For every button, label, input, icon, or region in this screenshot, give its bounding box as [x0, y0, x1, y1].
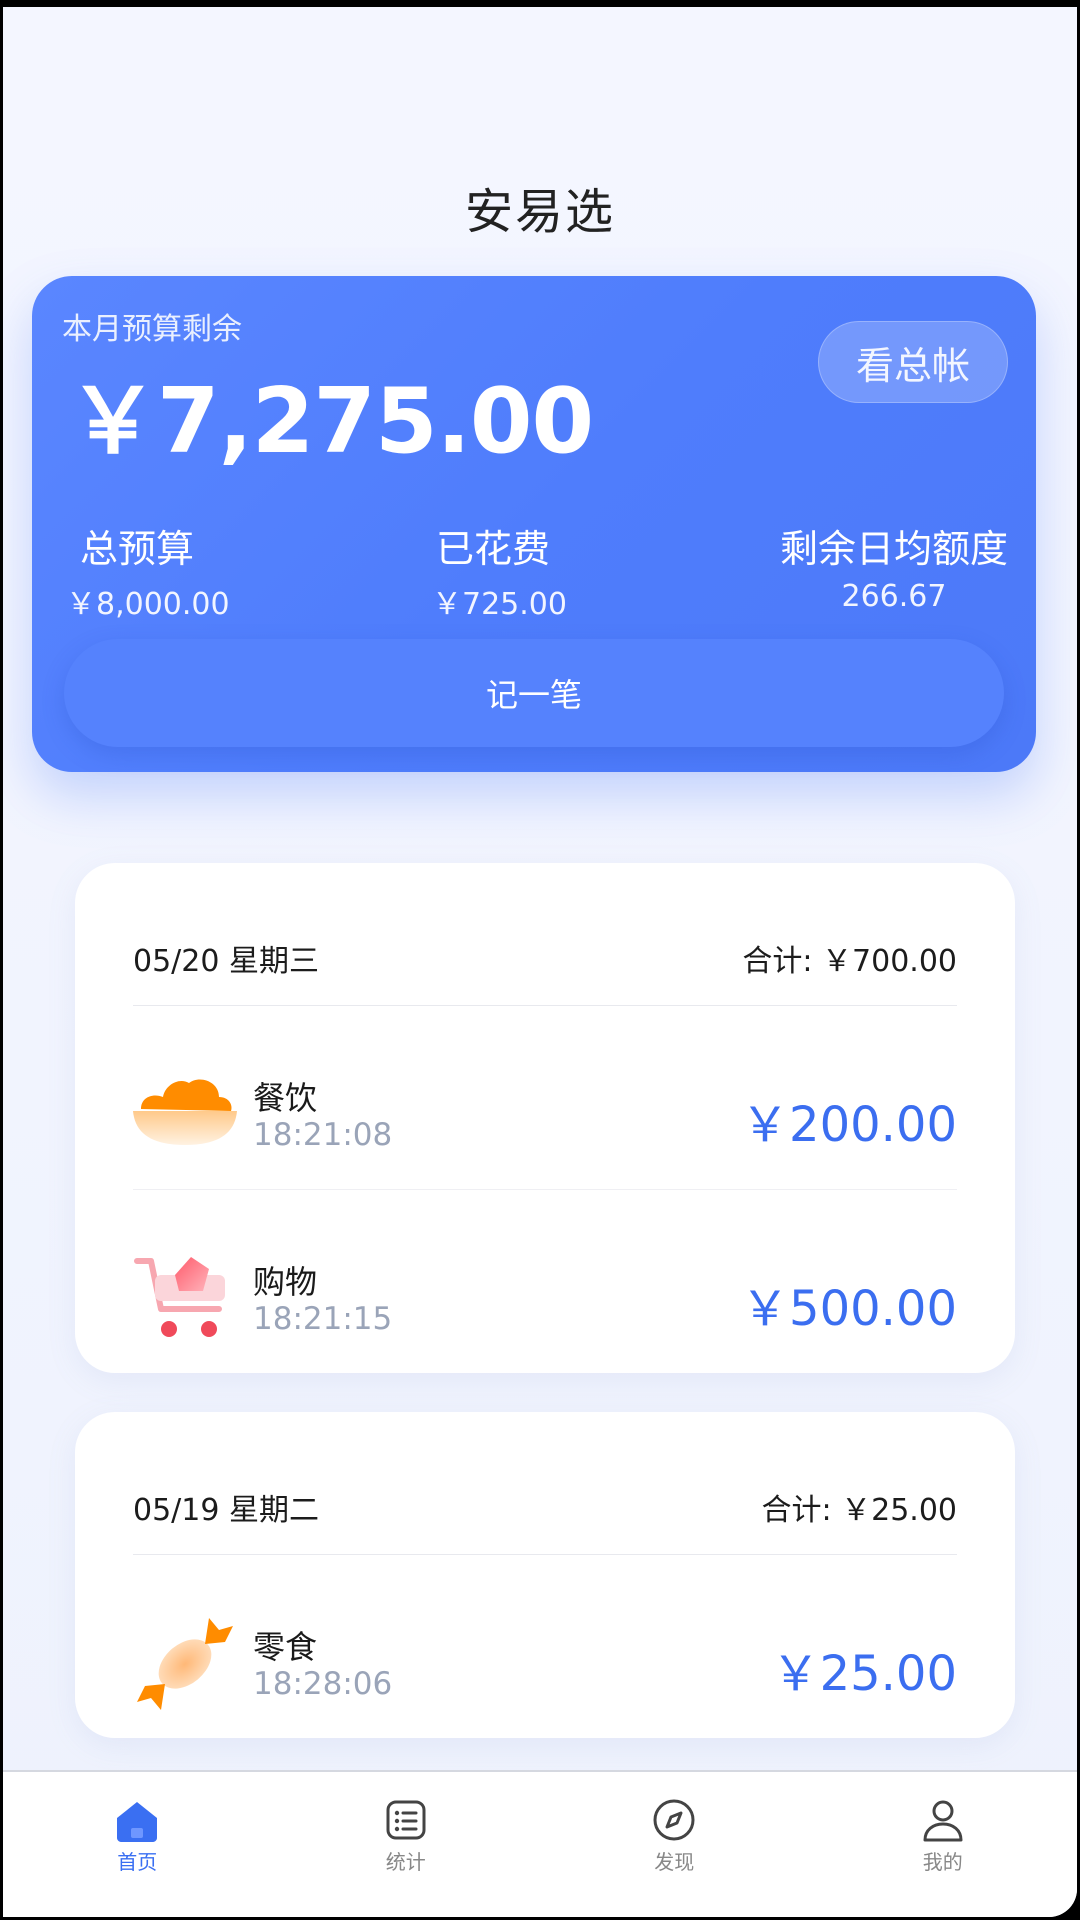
nav-item-profile[interactable]: 我的 — [809, 1772, 1078, 1917]
nav-item-discover[interactable]: 发现 — [540, 1772, 809, 1917]
candy-icon — [133, 1612, 237, 1716]
entry-amount: ￥500.00 — [741, 1281, 957, 1337]
compass-icon — [653, 1799, 695, 1841]
day-card: 05/19 星期二 合计: ￥25.00 零食 18:28:06 ￥25.00 — [75, 1412, 1015, 1738]
nav-label: 发现 — [654, 1850, 695, 1874]
device-frame: 安易选 本月预算剩余 ￥7,275.00 看总帐 总预算 ￥8,000.00 已… — [0, 0, 1080, 1920]
day-total: 合计: ￥700.00 — [742, 944, 957, 979]
app-screen: 安易选 本月预算剩余 ￥7,275.00 看总帐 总预算 ￥8,000.00 已… — [3, 7, 1077, 1917]
entry-category: 餐饮 — [253, 1079, 318, 1117]
food-bowl-icon — [133, 1063, 237, 1167]
bottom-nav: 首页 统计 发现 我的 — [3, 1770, 1077, 1917]
stat-value: ￥725.00 — [432, 587, 567, 622]
entry-time: 18:28:06 — [253, 1666, 393, 1702]
divider — [133, 1189, 957, 1190]
entry-time: 18:21:15 — [253, 1301, 393, 1337]
budget-remaining-label: 本月预算剩余 — [62, 312, 242, 347]
day-date: 05/20 星期三 — [133, 944, 319, 979]
day-date: 05/19 星期二 — [133, 1493, 319, 1528]
day-total: 合计: ￥25.00 — [761, 1493, 957, 1528]
budget-remaining-amount: ￥7,275.00 — [68, 369, 594, 474]
entry-amount: ￥200.00 — [741, 1097, 957, 1153]
home-icon — [117, 1802, 158, 1842]
user-icon — [923, 1800, 963, 1842]
list-item[interactable]: 餐饮 18:21:08 ￥200.00 — [133, 1055, 957, 1175]
stat-label: 已花费 — [436, 527, 551, 571]
divider — [133, 1554, 957, 1555]
entry-category: 购物 — [253, 1263, 318, 1301]
record-entry-button[interactable]: 记一笔 — [64, 639, 1004, 747]
nav-label: 我的 — [922, 1850, 963, 1874]
stat-value: ￥8,000.00 — [66, 587, 230, 622]
nav-label: 统计 — [385, 1850, 426, 1874]
budget-card: 本月预算剩余 ￥7,275.00 看总帐 总预算 ￥8,000.00 已花费 ￥… — [32, 276, 1036, 772]
day-header: 05/19 星期二 合计: ￥25.00 — [133, 1482, 957, 1532]
list-item[interactable]: 零食 18:28:06 ￥25.00 — [133, 1604, 957, 1724]
page-title: 安易选 — [464, 184, 615, 240]
divider — [133, 1005, 957, 1006]
list-icon — [386, 1800, 426, 1840]
list-item[interactable]: 购物 18:21:15 ￥500.00 — [133, 1239, 957, 1359]
entry-amount: ￥25.00 — [771, 1646, 957, 1702]
stat-value: 266.67 — [841, 579, 947, 614]
nav-label: 首页 — [117, 1850, 158, 1874]
view-summary-button[interactable]: 看总帐 — [818, 321, 1008, 403]
shopping-cart-icon — [133, 1247, 237, 1351]
nav-item-home[interactable]: 首页 — [3, 1772, 272, 1917]
stat-daily-allowance: 剩余日均额度 266.67 — [780, 518, 1008, 614]
stat-label: 剩余日均额度 — [779, 527, 1008, 571]
stat-total-budget: 总预算 ￥8,000.00 — [66, 518, 230, 623]
entry-category: 零食 — [253, 1628, 318, 1666]
stat-label: 总预算 — [80, 527, 195, 571]
entry-time: 18:21:08 — [253, 1117, 393, 1153]
stat-spent: 已花费 ￥725.00 — [432, 518, 567, 623]
day-card: 05/20 星期三 合计: ￥700.00 餐饮 18:21:08 ￥200.0… — [75, 863, 1015, 1373]
day-header: 05/20 星期三 合计: ￥700.00 — [133, 933, 957, 983]
nav-item-stats[interactable]: 统计 — [272, 1772, 541, 1917]
